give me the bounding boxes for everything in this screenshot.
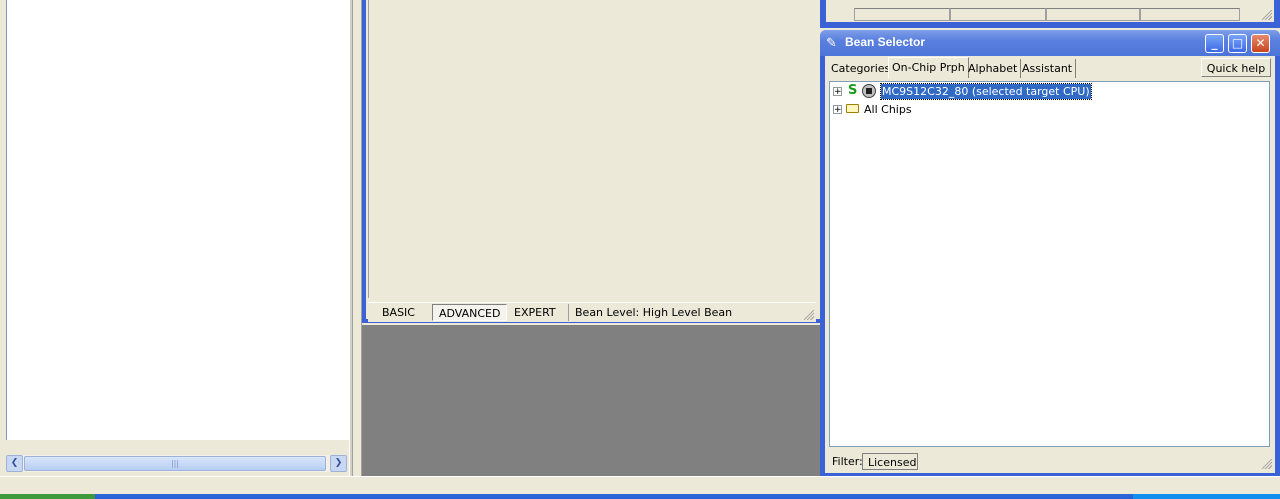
filter-licensed-button[interactable]: Licensed [862,453,918,470]
status-cell [854,8,950,21]
bean-selector-icon: ✎ [826,36,837,51]
start-button[interactable] [0,494,95,499]
tree-item-all-chips[interactable]: All Chips [864,102,912,117]
tab-on-chip-prph[interactable]: On-Chip Prph [888,57,969,78]
level-basic-button[interactable]: BASIC [376,304,421,321]
level-advanced-button[interactable]: ADVANCED [432,304,508,321]
scroll-right-button[interactable]: ❯ [330,455,347,472]
status-cell [1140,8,1240,21]
expand-icon[interactable]: + [833,105,842,115]
system-tray [1133,494,1280,499]
tab-assistant[interactable]: Assistant [1019,59,1077,78]
level-expert-button[interactable]: EXPERT [508,304,562,321]
scroll-left-button[interactable]: ❮ [6,455,23,472]
component-window-body [826,0,1274,22]
project-tree-area[interactable] [6,0,350,440]
maximize-button[interactable]: □ [1228,34,1247,53]
taskbar [0,494,1280,499]
horizontal-scrollbar[interactable]: ❮ ||| ❯ [6,455,347,472]
tab-alphabet[interactable]: Alphabet [965,59,1022,78]
tab-categories[interactable]: Categories [828,59,895,78]
resize-grip-icon[interactable] [1262,459,1272,469]
inspector-status-bar: BASIC ADVANCED EXPERT Bean Level: High L… [368,302,816,322]
bean-level-status: Bean Level: High Level Bean [568,304,738,321]
close-button[interactable]: ✕ [1251,34,1270,53]
s-icon: S [848,83,858,98]
quick-help-button[interactable]: Quick help > [1201,58,1271,94]
tree-item-cpu[interactable]: MC9S12C32_80 (selected target CPU) [880,83,1092,100]
main-status-bar [0,476,1280,495]
resize-grip-icon[interactable] [1262,10,1272,20]
minimize-button[interactable]: _ [1205,34,1224,53]
folder-icon [846,104,859,113]
splitter[interactable] [349,0,353,476]
expand-icon[interactable]: + [833,87,842,97]
status-cell [1046,8,1140,21]
chip-core-icon [866,88,872,94]
status-cell [950,8,1046,21]
filter-label: Filter: [832,455,863,468]
window-title: Bean Selector [845,35,926,49]
bean-tree[interactable] [829,81,1270,447]
resize-grip-icon[interactable] [804,310,814,320]
scrollbar-thumb[interactable]: ||| [24,456,326,471]
mdi-background [362,325,820,476]
inspector-content [368,0,817,298]
